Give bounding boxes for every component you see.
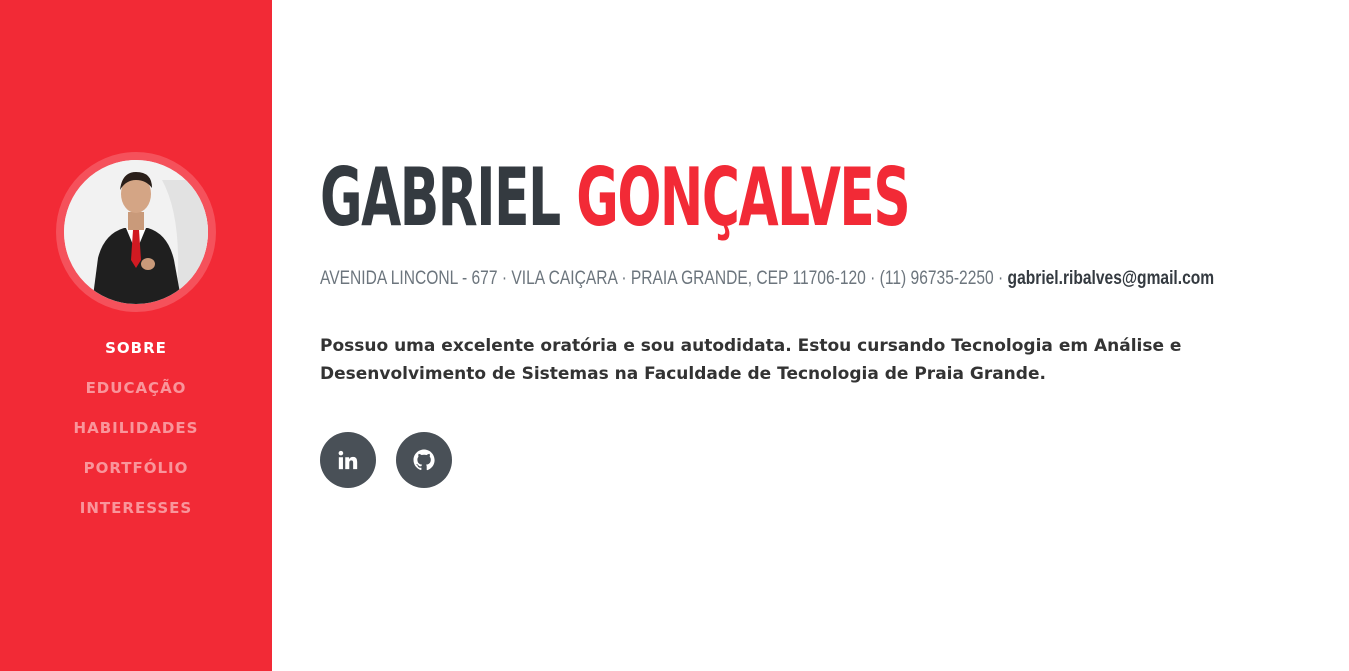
last-name: GONÇALVES <box>576 151 910 244</box>
email-link[interactable]: gabriel.ribalves@gmail.com <box>1008 268 1215 289</box>
sidebar-nav: SOBRE EDUCAÇÃO HABILIDADES PORTFÓLIO INT… <box>0 336 272 536</box>
page-title: GABRIEL GONÇALVES <box>320 150 1026 246</box>
avatar <box>64 160 208 304</box>
sidebar: SOBRE EDUCAÇÃO HABILIDADES PORTFÓLIO INT… <box>0 0 272 671</box>
first-name: GABRIEL <box>320 151 561 244</box>
contact-line: AVENIDA LINCONL - 677 · VILA CAIÇARA · P… <box>320 268 1214 290</box>
about-text: Possuo uma excelente oratória e sou auto… <box>320 336 1182 384</box>
nav-item-portfolio: PORTFÓLIO <box>0 456 272 496</box>
linkedin-button[interactable] <box>320 432 376 488</box>
profile-photo <box>64 160 208 304</box>
nav-item-sobre: SOBRE <box>0 336 272 376</box>
avatar-ring <box>56 152 216 312</box>
nav-item-habilidades: HABILIDADES <box>0 416 272 456</box>
nav-link-interesses[interactable]: INTERESSES <box>80 496 192 520</box>
address-text: AVENIDA LINCONL - 677 · VILA CAIÇARA · P… <box>320 268 1004 289</box>
nav-item-educacao: EDUCAÇÃO <box>0 376 272 416</box>
nav-link-habilidades[interactable]: HABILIDADES <box>74 416 199 440</box>
about-section: GABRIEL GONÇALVES AVENIDA LINCONL - 677 … <box>320 150 1300 488</box>
social-icons <box>320 432 1300 488</box>
github-icon <box>413 449 435 471</box>
linkedin-icon <box>338 450 358 470</box>
nav-link-sobre[interactable]: SOBRE <box>105 336 167 360</box>
github-button[interactable] <box>396 432 452 488</box>
nav-link-educacao[interactable]: EDUCAÇÃO <box>86 376 187 400</box>
nav-item-interesses: INTERESSES <box>0 496 272 536</box>
nav-link-portfolio[interactable]: PORTFÓLIO <box>84 456 189 480</box>
